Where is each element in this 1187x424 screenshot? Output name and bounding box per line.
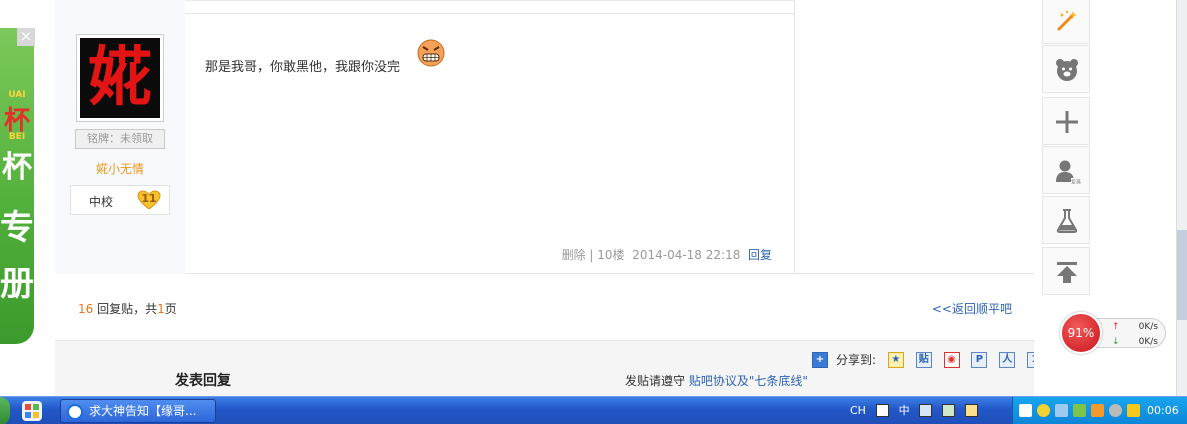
memory-percent: 91% (1060, 312, 1102, 354)
rules-link[interactable]: 贴吧协议及"七条底线" (689, 374, 808, 388)
weibo-icon[interactable]: ◉ (943, 351, 960, 368)
user-icon: 爱逛 (1056, 160, 1081, 186)
floor-number: 10楼 (597, 248, 625, 262)
page-scrollbar[interactable] (1176, 0, 1187, 396)
upload-speed-value: 0K/s (1138, 322, 1158, 332)
magic-wand-icon (1057, 10, 1077, 31)
windows-flag-icon (25, 404, 39, 418)
post-time: 2014-04-18 22:18 (632, 248, 741, 262)
tray-security-icon[interactable] (1091, 404, 1104, 417)
compose-rules: 发贴请遵守 贴吧协议及"七条底线" (625, 372, 808, 389)
delete-link[interactable]: 删除 (562, 248, 586, 262)
back-to-top-icon (1057, 262, 1077, 283)
renren-icon[interactable]: 人 (999, 351, 1016, 368)
left-advertisement[interactable]: UAI 杯 BEI 杯 专 册 (0, 28, 34, 344)
compose-title: 发表回复 (175, 373, 231, 389)
system-tray: 00:06 (1012, 397, 1187, 424)
qzone-icon[interactable]: ★ (887, 351, 904, 368)
page-count-number: 1 (157, 302, 165, 316)
svg-text:爱逛: 爱逛 (1071, 179, 1081, 186)
help-icon[interactable] (965, 403, 979, 417)
taskbar-window-button[interactable]: 求大神告知【缘哥... (60, 399, 216, 423)
compose-section: +分享到: ★ 贴 ◉ P 人 1 发表回复 发贴请遵守 贴吧协议及"七条底线" (55, 340, 1044, 396)
tool-lab[interactable] (1042, 196, 1090, 244)
post-text: 那是我哥，你敢黑他，我跟你没完 (205, 60, 401, 75)
ad-text: BEI (8, 132, 26, 142)
download-speed-value: 0K/s (1138, 337, 1158, 347)
post-floor: 婲 铭牌：未领取 婲小无情 中校 11 那是我哥，你敢黑他，我跟你没完 删除 |… (55, 0, 1034, 274)
lab-flask-icon (1056, 209, 1078, 233)
browser-icon (67, 403, 83, 420)
reply-count-number: 16 (78, 302, 94, 316)
language-code: CH (850, 403, 866, 417)
ime-mode-icon[interactable] (875, 403, 889, 417)
username-link[interactable]: 婲小无情 (55, 160, 185, 177)
ime-indicator: 中 (898, 404, 910, 417)
tray-add-icon[interactable] (1037, 404, 1050, 417)
level-number: 11 (141, 192, 157, 205)
share-bar: +分享到: ★ 贴 ◉ P 人 1 (812, 351, 1051, 369)
tray-network-icon[interactable] (1055, 404, 1068, 417)
post-content-area: 那是我哥，你敢黑他，我跟你没完 删除 | 10楼 2014-04-18 22:1… (185, 0, 795, 274)
ime-settings-icon[interactable] (919, 403, 933, 417)
taskbar-window-title: 求大神告知【缘哥... (89, 404, 197, 418)
share-plus-icon[interactable]: + (812, 351, 828, 368)
reply-link[interactable]: 回复 (748, 248, 772, 262)
clock: 00:06 (1147, 404, 1179, 417)
rules-prefix: 发贴请遵守 (625, 374, 686, 388)
scrollbar-thumb[interactable] (1177, 230, 1187, 320)
tray-antivirus-icon[interactable] (1127, 404, 1140, 417)
tool-back-to-top[interactable] (1042, 247, 1090, 295)
ad-text: UAI (8, 90, 26, 100)
ad-close-button[interactable]: × (17, 28, 35, 46)
avatar[interactable]: 婲 (76, 34, 164, 122)
tray-app-icon[interactable] (1019, 404, 1032, 417)
tray-shield-icon[interactable] (1073, 404, 1086, 417)
tool-magic[interactable] (1042, 0, 1090, 44)
ad-text: 册 (0, 264, 34, 304)
windows-taskbar: 求大神告知【缘哥... CH 中 00:06 (0, 396, 1187, 424)
back-to-forum-link[interactable]: <<返回顺平吧 (932, 300, 1012, 317)
reply-summary-bar: 16 回复贴，共1页 <<返回顺平吧 (55, 275, 1034, 339)
reply-count-text: 回复贴，共 (97, 302, 158, 316)
tool-add[interactable] (1042, 97, 1090, 145)
nameplate-badge[interactable]: 铭牌：未领取 (75, 129, 165, 149)
tieba-icon[interactable]: 贴 (915, 351, 932, 368)
meta-separator: | (589, 248, 594, 262)
level-title: 中校 (89, 195, 114, 209)
pengyou-icon[interactable]: P (971, 351, 988, 368)
post-meta: 删除 | 10楼 2014-04-18 22:18 回复 (562, 246, 772, 263)
bear-face-icon (1056, 59, 1078, 81)
grinning-face-emoji-icon (417, 39, 445, 67)
ad-text: 杯 (2, 150, 32, 185)
share-label: 分享到: (836, 353, 877, 367)
tray-volume-icon[interactable] (1109, 404, 1122, 417)
start-button[interactable] (0, 397, 10, 424)
network-speed-widget[interactable]: 91% ↑ 0K/s ↓ 0K/s (1060, 312, 1166, 354)
quick-launch-icon[interactable] (22, 401, 42, 421)
tool-user[interactable]: 爱逛 (1042, 146, 1090, 194)
page-unit: 页 (164, 302, 177, 316)
reply-count: 16 回复贴，共1页 (78, 300, 177, 317)
plus-icon (1056, 111, 1078, 133)
author-sidebar: 婲 铭牌：未领取 婲小无情 中校 11 (55, 0, 185, 274)
user-level[interactable]: 中校 11 (70, 185, 170, 215)
avatar-image: 婲 (80, 38, 160, 118)
ad-text: 专 (0, 208, 34, 248)
language-bar[interactable]: CH 中 (850, 402, 984, 420)
ime-pen-icon[interactable] (942, 403, 956, 417)
tool-emoticon[interactable] (1042, 45, 1090, 93)
